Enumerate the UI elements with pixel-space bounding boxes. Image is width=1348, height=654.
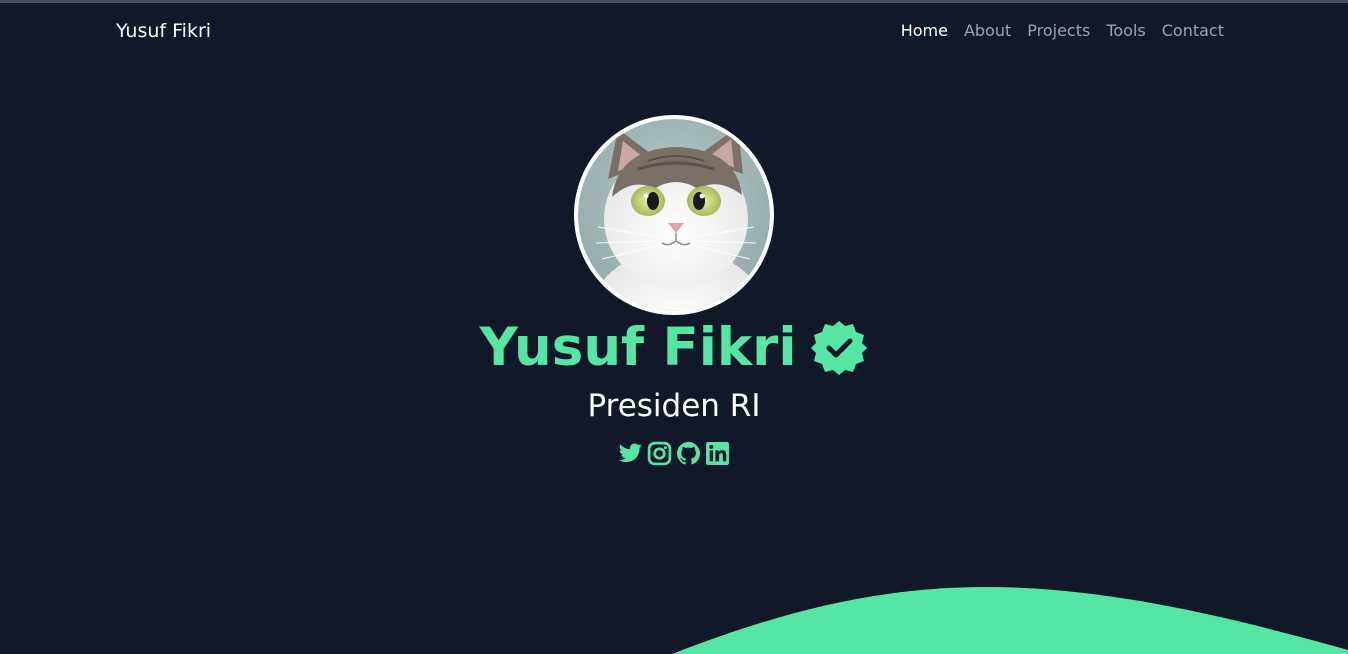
instagram-icon[interactable] bbox=[647, 441, 672, 466]
verified-badge-icon bbox=[811, 321, 868, 375]
twitter-icon[interactable] bbox=[618, 441, 643, 466]
github-icon[interactable] bbox=[676, 441, 701, 466]
cat-photo bbox=[578, 119, 770, 311]
name-row: Yusuf Fikri bbox=[0, 312, 1348, 384]
avatar bbox=[574, 115, 774, 315]
social-links bbox=[0, 441, 1348, 466]
page: Yusuf Fikri Home About Projects Tools Co… bbox=[0, 0, 1348, 654]
hero-role: Presiden RI bbox=[587, 388, 761, 424]
hero-section: Yusuf Fikri Presiden RI bbox=[0, 0, 1348, 654]
wave-decoration bbox=[672, 586, 1348, 654]
hero-name: Yusuf Fikri bbox=[479, 317, 797, 378]
linkedin-icon[interactable] bbox=[705, 441, 730, 466]
